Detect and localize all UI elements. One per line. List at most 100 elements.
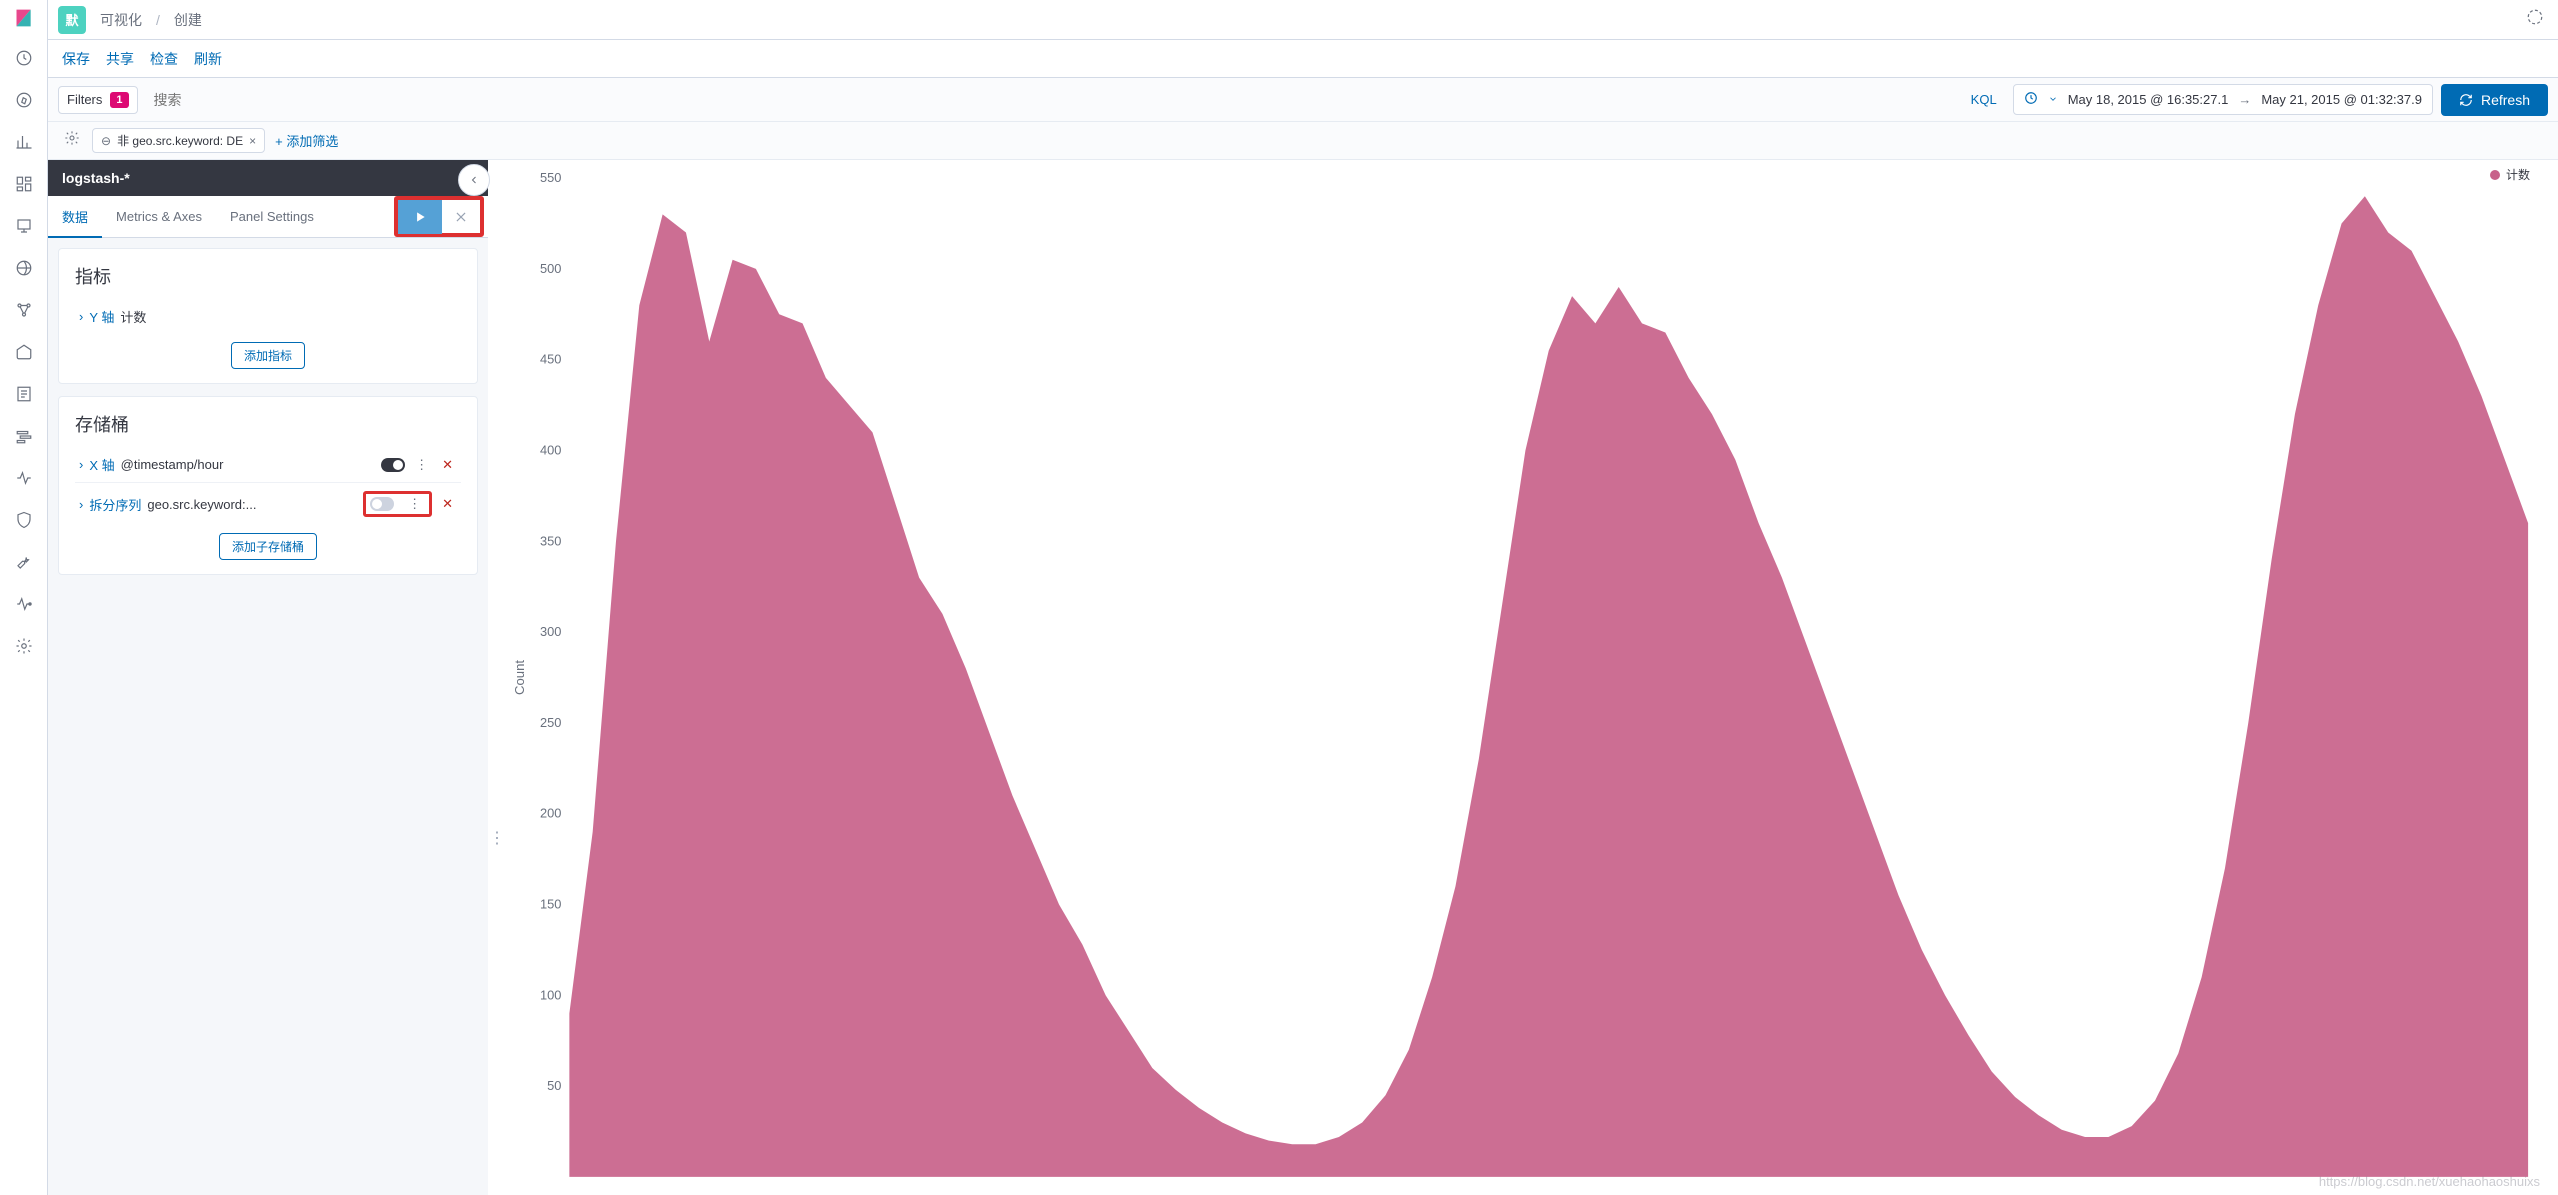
breadcrumb-item: 创建 <box>174 10 202 30</box>
add-filter-link[interactable]: + 添加筛选 <box>275 131 338 150</box>
inspect-link[interactable]: 检查 <box>150 49 178 69</box>
filters-label: Filters <box>67 92 102 107</box>
apply-button[interactable] <box>398 200 442 234</box>
discover-icon[interactable] <box>12 88 36 112</box>
query-bar: Filters 1 KQL May 18, 2015 @ 16:35:27.1 … <box>48 78 2558 122</box>
canvas-icon[interactable] <box>12 214 36 238</box>
logs-icon[interactable] <box>12 382 36 406</box>
legend-swatch <box>2490 170 2500 180</box>
toggle-switch[interactable] <box>381 458 405 472</box>
devtools-icon[interactable] <box>12 550 36 574</box>
tab-metrics-axes[interactable]: Metrics & Axes <box>102 196 216 237</box>
search-input[interactable] <box>146 86 1955 114</box>
bucket-row-xaxis[interactable]: › X 轴 @timestamp/hour ⋮ ✕ <box>75 447 461 482</box>
arrow-right-icon: → <box>2238 92 2251 107</box>
breadcrumb-item[interactable]: 可视化 <box>100 10 142 30</box>
filters-count: 1 <box>110 92 128 108</box>
space-badge[interactable]: 默 <box>58 6 86 34</box>
dashboard-icon[interactable] <box>12 172 36 196</box>
time-from: May 18, 2015 @ 16:35:27.1 <box>2068 92 2229 107</box>
fullscreen-icon[interactable] <box>2522 4 2548 35</box>
siem-icon[interactable] <box>12 508 36 532</box>
clock-icon <box>2024 91 2038 108</box>
drag-icon[interactable]: ⋮ <box>404 496 425 512</box>
chevron-down-icon <box>2048 92 2058 107</box>
kql-toggle[interactable]: KQL <box>1963 92 2005 107</box>
toggle-switch[interactable] <box>370 497 394 511</box>
x-axis-label[interactable]: X 轴 <box>89 455 114 474</box>
watermark: https://blog.csdn.net/xuehaohaoshuixs <box>2319 1174 2540 1189</box>
share-link[interactable]: 共享 <box>106 49 134 69</box>
refresh-label: Refresh <box>2481 92 2530 108</box>
split-desc: geo.src.keyword:... <box>147 497 256 512</box>
metrics-card: 指标 › Y 轴 计数 添加指标 <box>58 248 478 384</box>
apm-icon[interactable] <box>12 424 36 448</box>
svg-text:Count: Count <box>512 660 527 695</box>
tabs-row: 数据 Metrics & Axes Panel Settings <box>48 196 488 238</box>
svg-text:400: 400 <box>540 442 561 457</box>
chevron-right-icon: › <box>79 309 83 324</box>
remove-icon[interactable]: ✕ <box>438 457 457 473</box>
breadcrumb: 可视化 / 创建 <box>100 10 202 30</box>
gear-icon[interactable] <box>62 128 82 153</box>
visualize-icon[interactable] <box>12 130 36 154</box>
action-bar: 保存 共享 检查 刷新 <box>48 40 2558 78</box>
legend-label: 计数 <box>2506 166 2530 183</box>
maps-icon[interactable] <box>12 256 36 280</box>
save-link[interactable]: 保存 <box>62 49 90 69</box>
discard-button[interactable] <box>442 200 480 234</box>
y-axis-label[interactable]: Y 轴 <box>89 307 114 326</box>
close-icon[interactable]: × <box>249 134 256 148</box>
buckets-title: 存储桶 <box>75 411 461 437</box>
tab-data[interactable]: 数据 <box>48 197 102 238</box>
index-pattern-title[interactable]: logstash-* <box>48 160 488 196</box>
metric-row[interactable]: › Y 轴 计数 <box>75 299 461 334</box>
refresh-link[interactable]: 刷新 <box>194 49 222 69</box>
filter-chip[interactable]: ⊖ 非 geo.src.keyword: DE × <box>92 128 265 153</box>
side-panel: logstash-* 数据 Metrics & Axes Panel Setti… <box>48 160 488 1195</box>
nav-rail <box>0 0 48 1195</box>
ml-icon[interactable] <box>12 298 36 322</box>
management-icon[interactable] <box>12 634 36 658</box>
top-bar: 默 可视化 / 创建 <box>48 0 2558 40</box>
tab-panel-settings[interactable]: Panel Settings <box>216 196 328 237</box>
svg-text:500: 500 <box>540 261 561 276</box>
svg-text:150: 150 <box>540 896 561 911</box>
time-picker[interactable]: May 18, 2015 @ 16:35:27.1 → May 21, 2015… <box>2013 84 2433 115</box>
y-axis-desc: 计数 <box>120 307 146 326</box>
uptime-icon[interactable] <box>12 466 36 490</box>
remove-icon[interactable]: ✕ <box>438 496 457 512</box>
add-metric-button[interactable]: 添加指标 <box>231 342 305 369</box>
filters-pill[interactable]: Filters 1 <box>58 86 138 114</box>
refresh-button[interactable]: Refresh <box>2441 84 2548 116</box>
svg-text:350: 350 <box>540 533 561 548</box>
svg-text:450: 450 <box>540 352 561 367</box>
x-axis-desc: @timestamp/hour <box>121 457 224 472</box>
chart-legend[interactable]: 计数 <box>2490 166 2530 183</box>
time-to: May 21, 2015 @ 01:32:37.9 <box>2261 92 2422 107</box>
recent-icon[interactable] <box>12 46 36 70</box>
bucket-row-split[interactable]: › 拆分序列 geo.src.keyword:... ⋮ ✕ <box>75 482 461 525</box>
buckets-card: 存储桶 › X 轴 @timestamp/hour ⋮ ✕ › 拆 <box>58 396 478 575</box>
monitoring-icon[interactable] <box>12 592 36 616</box>
add-sub-bucket-button[interactable]: 添加子存储桶 <box>219 533 317 560</box>
chevron-right-icon: › <box>79 497 83 512</box>
panel-resize-handle[interactable]: ⋮ <box>488 160 506 1195</box>
infra-icon[interactable] <box>12 340 36 364</box>
breadcrumb-sep: / <box>156 12 160 28</box>
kibana-logo[interactable] <box>14 8 34 28</box>
svg-text:550: 550 <box>540 170 561 185</box>
collapse-panel-button[interactable] <box>458 164 490 196</box>
split-label[interactable]: 拆分序列 <box>89 495 141 514</box>
svg-text:300: 300 <box>540 624 561 639</box>
svg-text:50: 50 <box>547 1078 561 1093</box>
drag-icon[interactable]: ⋮ <box>411 457 432 473</box>
area-chart[interactable]: Count 50 100 150 200 250 300 350 400 450 500 550 <box>510 170 2538 1185</box>
svg-text:250: 250 <box>540 715 561 730</box>
filter-chip-bar: ⊖ 非 geo.src.keyword: DE × + 添加筛选 <box>48 122 2558 160</box>
chevron-right-icon: › <box>79 457 83 472</box>
svg-text:200: 200 <box>540 806 561 821</box>
negate-icon: ⊖ <box>101 134 111 148</box>
svg-text:100: 100 <box>540 987 561 1002</box>
chart-area: 计数 Count 50 100 150 200 250 300 350 400 450 500 550… <box>506 160 2558 1195</box>
